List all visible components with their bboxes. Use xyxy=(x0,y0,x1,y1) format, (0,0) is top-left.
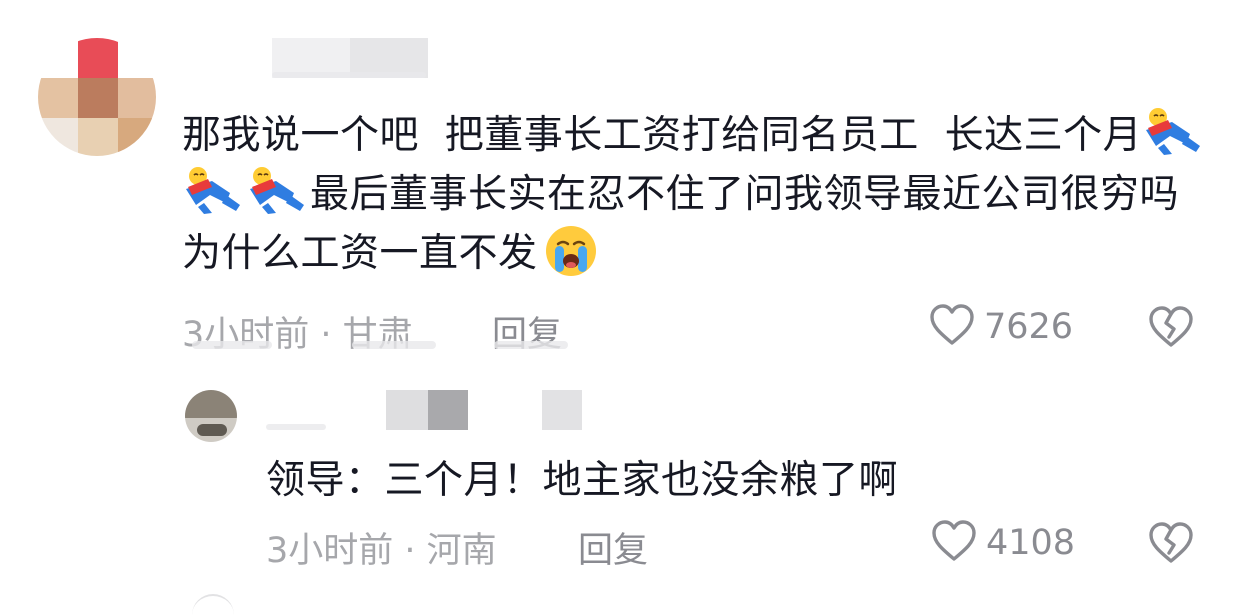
broken-heart-icon[interactable] xyxy=(1146,304,1196,354)
falling-over-emoji-icon xyxy=(182,165,242,215)
reply-time-location: 3小时前 · 河南 xyxy=(266,531,497,571)
like-button[interactable]: 4108 xyxy=(930,518,1075,568)
username-blurred[interactable] xyxy=(386,390,582,430)
comment-text: 那我说一个吧 把董事长工资打给同名员工 长达三个月最后董事长实在忍不住了问我领导… xyxy=(182,106,1222,283)
reply-button[interactable]: 回复 xyxy=(578,522,648,573)
heart-outline-icon xyxy=(930,518,978,568)
broken-heart-icon[interactable] xyxy=(1146,520,1196,570)
crying-face-emoji-icon xyxy=(544,224,598,278)
reply-text: 领导：三个月！地主家也没余粮了啊 xyxy=(266,458,899,503)
comment-text-part-2: 最后董事长实在忍不住了问我领导最近公司很穷吗 为什么工资一直不发 xyxy=(182,172,1192,276)
like-count: 4108 xyxy=(986,523,1076,563)
heart-outline-icon xyxy=(928,302,976,352)
next-comment-avatar-edge xyxy=(192,594,234,616)
comment-time-location: 3小时前 · 甘肃 xyxy=(182,315,413,355)
user-avatar[interactable] xyxy=(38,38,156,156)
user-avatar[interactable] xyxy=(185,390,237,442)
falling-over-emoji-icon xyxy=(1142,106,1202,156)
reply-button[interactable]: 回复 xyxy=(492,306,562,357)
like-button[interactable]: 7626 xyxy=(928,302,1073,352)
falling-over-emoji-icon xyxy=(246,165,306,215)
comment-text-part-1: 那我说一个吧 把董事长工资打给同名员工 长达三个月 xyxy=(182,113,1143,158)
like-count: 7626 xyxy=(984,307,1074,347)
